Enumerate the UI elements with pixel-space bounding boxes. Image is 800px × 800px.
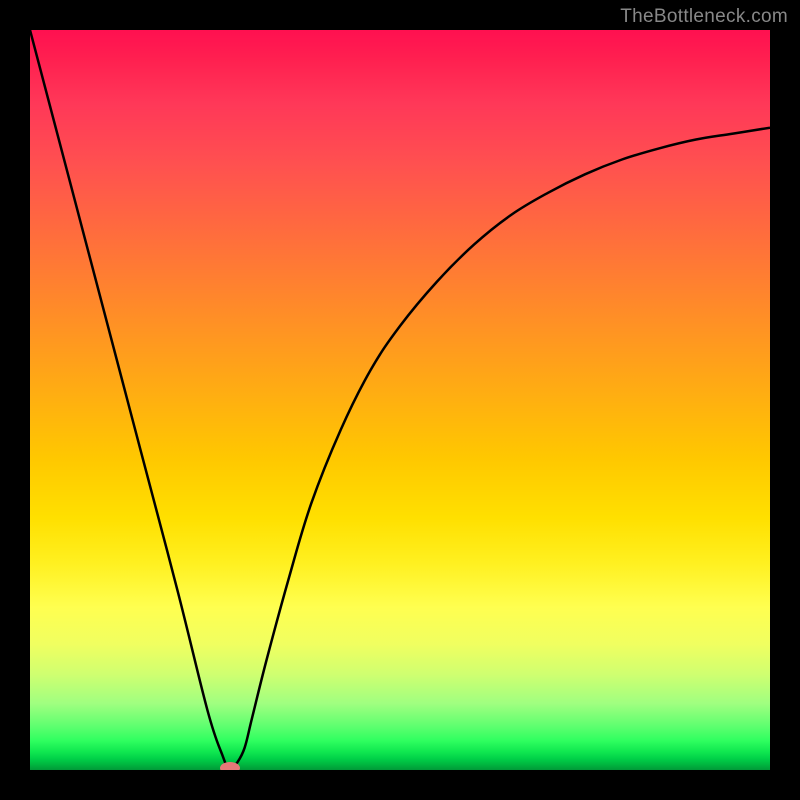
- watermark-text: TheBottleneck.com: [620, 6, 788, 28]
- optimal-point-marker: [220, 762, 240, 770]
- chart-plot-area: [30, 30, 770, 770]
- curve-svg: [30, 30, 770, 770]
- chart-container: TheBottleneck.com: [0, 0, 800, 800]
- bottleneck-curve: [30, 30, 770, 770]
